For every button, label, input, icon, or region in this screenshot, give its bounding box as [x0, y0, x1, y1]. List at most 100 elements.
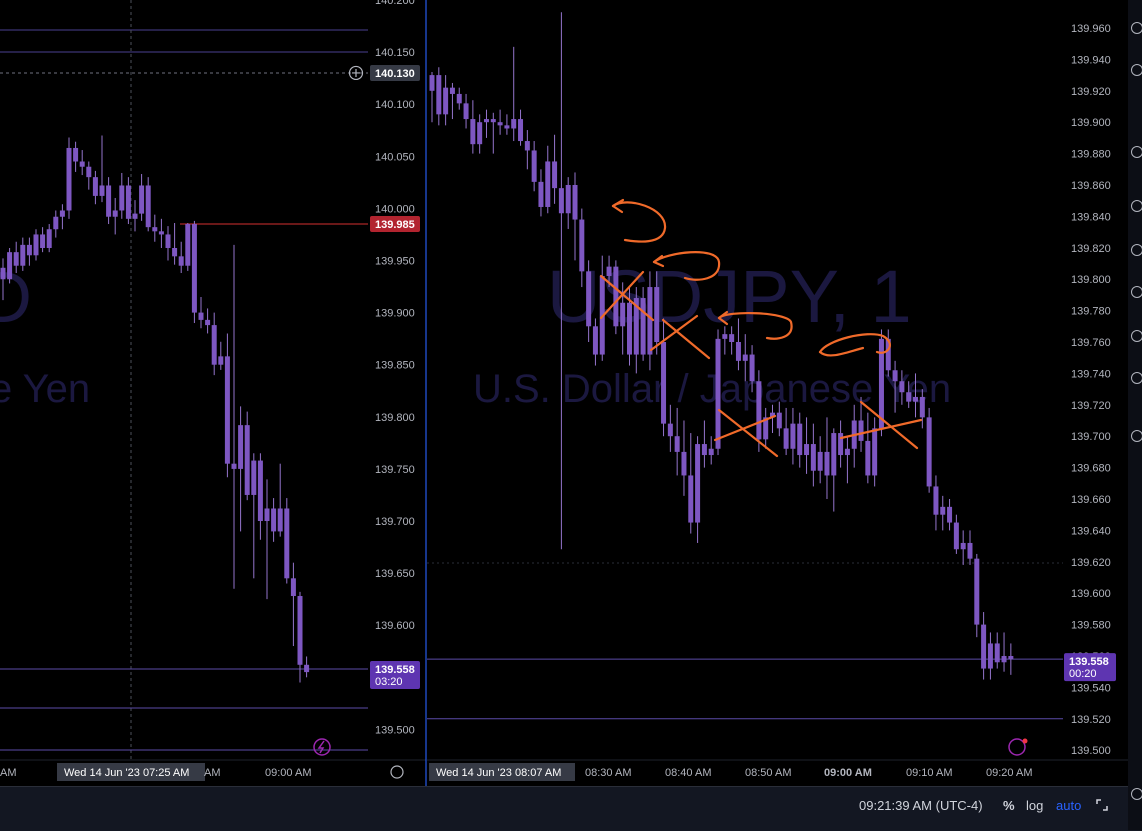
left-candle-body	[304, 664, 310, 673]
right-price-tick: 139.780	[1071, 306, 1111, 318]
left-candle-body	[231, 463, 237, 469]
right-candle-body	[858, 420, 864, 441]
right-candle-body	[490, 119, 496, 123]
right-candle-body	[695, 444, 701, 523]
toolbar-icon-5[interactable]	[1131, 244, 1142, 256]
right-candle-body	[776, 412, 782, 429]
right-candle-body	[940, 506, 946, 515]
right-price-tick: 139.700	[1071, 431, 1111, 443]
right-candle-body	[586, 271, 592, 327]
left-candle-body	[20, 244, 26, 266]
status-bar: 09:21:39 AM (UTC-4) % log auto	[0, 786, 1142, 831]
right-candle-body	[429, 75, 435, 91]
toolbar-icon-6[interactable]	[1131, 286, 1142, 298]
left-last-price: 139.558	[375, 664, 415, 676]
left-candle-body	[297, 596, 303, 665]
right-candle-body	[790, 423, 796, 449]
right-last-price: 139.558	[1069, 656, 1109, 668]
left-price-tick: 139.850	[375, 360, 415, 372]
left-candle-body	[26, 244, 32, 256]
toolbar-icon-9[interactable]	[1131, 430, 1142, 442]
right-price-tick: 139.720	[1071, 400, 1111, 412]
left-price-tick: 139.700	[375, 516, 415, 528]
left-candle-body	[211, 325, 217, 365]
right-price-tick: 139.640	[1071, 525, 1111, 537]
left-chart-pane[interactable]: De Yen 140.200 140.150 140.100 140.050 140.00…	[0, 0, 426, 786]
right-candle-body	[804, 444, 810, 456]
left-candle-body	[7, 252, 13, 280]
toolbar-icon-10[interactable]	[1131, 788, 1142, 800]
right-candle-body	[933, 486, 939, 515]
left-candle-body	[132, 213, 138, 219]
right-candle-body	[960, 542, 966, 550]
left-candle-body	[125, 185, 131, 219]
left-chart-canvas[interactable]: De Yen140.200140.150140.100140.050140.00…	[0, 0, 426, 786]
percent-toggle[interactable]: %	[1003, 798, 1015, 813]
right-candle-body	[674, 436, 680, 452]
right-candle-body	[913, 396, 919, 402]
toolbar-icon-1[interactable]	[1131, 22, 1142, 34]
left-candle-body	[178, 256, 184, 266]
right-time-tick: 09:10 AM	[906, 767, 952, 779]
left-price-tick: 140.050	[375, 151, 415, 163]
left-price-tick: 139.950	[375, 256, 415, 268]
right-candle-body	[545, 161, 551, 207]
toolbar-icon-8[interactable]	[1131, 372, 1142, 384]
right-candle-body	[838, 433, 844, 456]
left-candle-body	[218, 356, 224, 365]
right-candle-body	[1001, 656, 1007, 663]
right-time-tick: 08:30 AM	[585, 767, 631, 779]
right-price-tick: 139.600	[1071, 588, 1111, 600]
right-candle-body	[538, 181, 544, 207]
right-price-tick: 139.960	[1071, 23, 1111, 35]
right-candle-body	[613, 266, 619, 327]
right-candle-body	[483, 119, 489, 123]
right-price-axis: 139.960 139.940 139.920 139.900 139.880 139.8…	[1071, 23, 1111, 757]
left-candle-body	[244, 425, 250, 495]
left-candle-body	[86, 166, 92, 178]
left-candle-body	[205, 319, 211, 326]
right-candle-body	[994, 643, 1000, 663]
right-candle-body	[681, 451, 687, 476]
right-candle-body	[497, 122, 503, 126]
right-candle-body	[688, 475, 694, 523]
right-candle-body	[443, 87, 449, 115]
right-candle-body	[926, 417, 932, 487]
left-candle-body	[271, 508, 277, 532]
left-candle-body	[264, 508, 270, 521]
toolbar-icon-2[interactable]	[1131, 64, 1142, 76]
right-candle-body	[654, 287, 660, 342]
right-price-tick: 139.740	[1071, 368, 1111, 380]
right-candle-body	[824, 451, 830, 476]
left-red-price: 139.985	[375, 219, 415, 231]
right-candle-body	[865, 440, 871, 476]
fullscreen-icon[interactable]	[1096, 799, 1108, 811]
status-clock: 09:21:39 AM (UTC-4)	[859, 798, 983, 813]
right-candle-body	[511, 119, 517, 129]
right-candle-body	[919, 396, 925, 418]
left-candle-body	[165, 234, 171, 248]
right-price-tick: 139.680	[1071, 463, 1111, 475]
right-candle-body	[579, 219, 585, 272]
toolbar-icon-4[interactable]	[1131, 200, 1142, 212]
right-price-tick: 139.880	[1071, 149, 1111, 161]
right-candle-body	[661, 342, 667, 424]
left-price-tick: 139.900	[375, 308, 415, 320]
left-candle-body	[112, 210, 118, 217]
toolbar-icon-3[interactable]	[1131, 146, 1142, 158]
left-candle-body	[13, 252, 19, 266]
right-candle-body	[974, 558, 980, 625]
toolbar-icon-7[interactable]	[1131, 330, 1142, 342]
right-chart-pane[interactable]: USDJPY, 1 U.S. Dollar / Japanese Yen 139.9…	[427, 0, 1142, 786]
right-candle-body	[756, 381, 762, 440]
right-candle-body	[906, 392, 912, 402]
left-candle-body	[53, 216, 59, 230]
auto-toggle[interactable]: auto	[1056, 798, 1081, 813]
left-candle-body	[92, 177, 98, 196]
right-chart-canvas[interactable]: USDJPY, 1U.S. Dollar / Japanese Yen139.9…	[427, 0, 1142, 786]
log-toggle[interactable]: log	[1026, 798, 1043, 813]
left-candle-body	[158, 231, 164, 235]
right-candle-body	[436, 75, 442, 115]
right-price-tick: 139.580	[1071, 620, 1111, 632]
left-candle-body	[290, 578, 296, 597]
